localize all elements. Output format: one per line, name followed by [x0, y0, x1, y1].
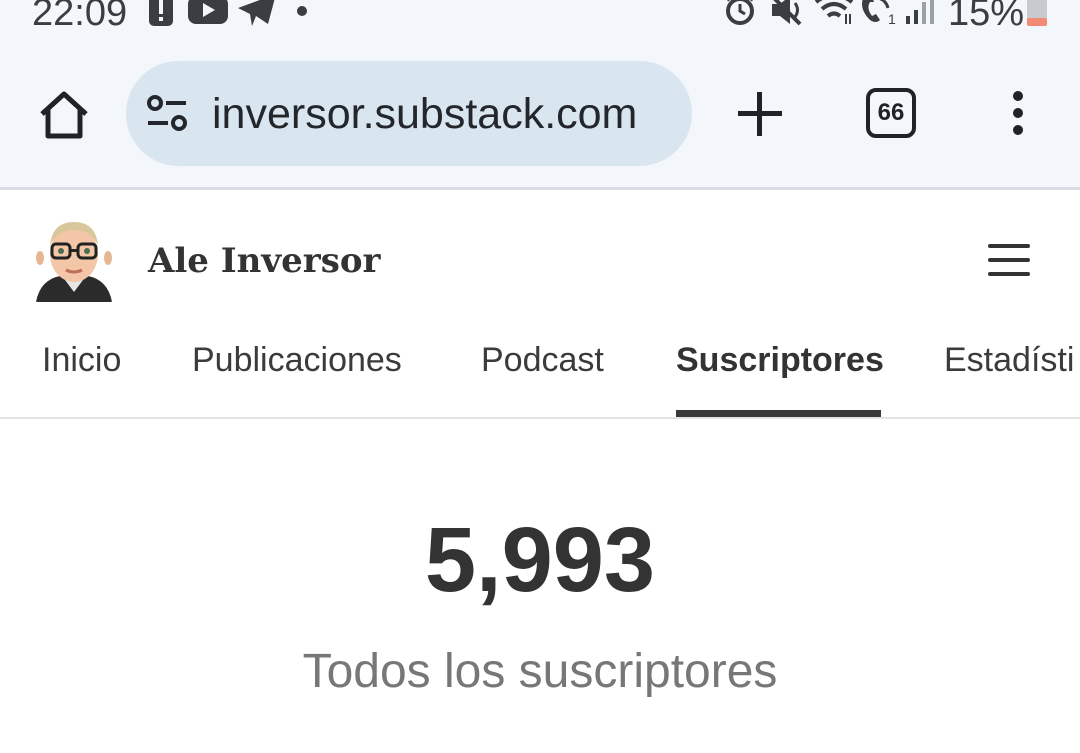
alarm-icon: [724, 0, 756, 31]
site-settings-icon[interactable]: [146, 94, 190, 134]
new-tab-button[interactable]: [736, 90, 784, 138]
menu-button[interactable]: [988, 242, 1030, 278]
hamburger-icon: [988, 244, 1030, 276]
tab-suscriptores[interactable]: Suscriptores: [676, 340, 884, 380]
home-button[interactable]: [36, 88, 92, 144]
home-icon: [40, 91, 88, 139]
svg-text:1: 1: [888, 11, 896, 26]
avatar[interactable]: [32, 218, 116, 302]
wifi-icon: [814, 0, 856, 31]
browser-toolbar: inversor.substack.com 66: [0, 40, 1080, 187]
wifi-call-icon: 1: [858, 0, 898, 31]
tab-estadisticas[interactable]: Estadísti: [944, 340, 1074, 380]
url-text[interactable]: inversor.substack.com: [212, 89, 637, 139]
plus-icon: [738, 92, 782, 136]
subscriber-count: 5,993: [424, 509, 656, 611]
tab-switcher-button[interactable]: 66: [866, 88, 916, 138]
address-bar[interactable]: inversor.substack.com: [126, 61, 692, 166]
battery-percent: 15%: [948, 0, 1025, 34]
tab-inicio[interactable]: Inicio: [42, 340, 121, 380]
section-tabs: Inicio Publicaciones Podcast Suscriptore…: [0, 310, 1080, 418]
tab-podcast[interactable]: Podcast: [481, 340, 604, 380]
signal-icon: [904, 0, 934, 31]
overflow-menu-button[interactable]: [1008, 90, 1028, 136]
site-title[interactable]: Ale Inversor: [148, 238, 380, 284]
mute-icon: [770, 0, 804, 31]
subscriber-count-label: Todos los suscriptores: [302, 645, 778, 698]
dot-icon: [296, 4, 308, 22]
site-header: Ale Inversor: [0, 190, 1080, 310]
status-time: 22:09: [32, 0, 128, 34]
tab-publicaciones[interactable]: Publicaciones: [192, 340, 402, 380]
status-bar: 22:09 1 15%: [0, 0, 1080, 40]
battery-icon: [1026, 0, 1048, 33]
alert-icon: [148, 0, 174, 33]
tabs-divider: [0, 417, 1080, 419]
youtube-icon: [188, 0, 228, 31]
telegram-icon: [238, 0, 276, 33]
more-vert-icon: [1013, 91, 1023, 135]
